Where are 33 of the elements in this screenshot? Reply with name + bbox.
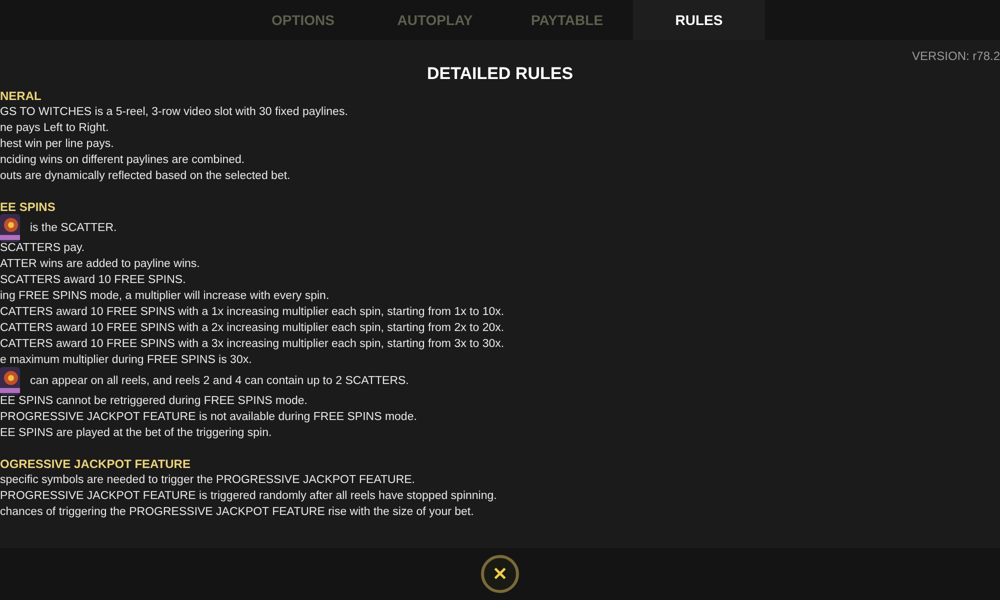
tab[interactable]: OPTIONS	[237, 0, 369, 40]
close-button[interactable]: ✕	[481, 555, 519, 593]
rule-text: can appear on all reels, and reels 2 and 4 can contain up to 2 SCATTERS.	[30, 374, 409, 389]
rule-text: ne pays Left to Right.	[0, 121, 110, 136]
rule-text: SCATTERS award 10 FREE SPINS.	[0, 273, 187, 288]
rule-text: CATTERS award 10 FREE SPINS with a 3x increasing multiplier each spin, starting from 3x to 30x.	[0, 337, 506, 352]
scatter-symbol-icon	[0, 214, 20, 242]
rule-text: ATTER wins are added to payline wins.	[0, 257, 201, 272]
rule-text: specific symbols are needed to trigger the PROGRESSIVE JACKPOT FEATURE.	[0, 473, 416, 488]
rule-text: is the SCATTER.	[30, 221, 117, 236]
section-heading: EE SPINS	[0, 199, 56, 215]
tab[interactable]: PAYTABLE	[501, 0, 633, 40]
rule-text: hest win per line pays.	[0, 137, 115, 152]
rule-text: nciding wins on different paylines are combined.	[0, 153, 246, 168]
rule-text: e maximum multiplier during FREE SPINS is 30x.	[0, 353, 253, 368]
rule-text: chances of triggering the PROGRESSIVE JACKPOT FEATURE rise with the size of your bet.	[0, 505, 475, 520]
rule-text: PROGRESSIVE JACKPOT FEATURE is not available during FREE SPINS mode.	[0, 410, 418, 425]
section-heading: NERAL	[0, 88, 42, 104]
rule-text: CATTERS award 10 FREE SPINS with a 1x increasing multiplier each spin, starting from 1x to 10x.	[0, 305, 506, 320]
rule-text: GS TO WITCHES is a 5-reel, 3-row video slot with 30 fixed paylines.	[0, 105, 349, 120]
rule-text: PROGRESSIVE JACKPOT FEATURE is triggered randomly after all reels have stopped spinning.	[0, 489, 498, 504]
tab[interactable]: RULES	[633, 0, 765, 40]
scatter-symbol-icon	[0, 367, 20, 395]
section-heading: OGRESSIVE JACKPOT FEATURE	[0, 456, 192, 472]
version-label: VERSION: r78.2	[912, 49, 1000, 63]
rules-title: DETAILED RULES	[426, 64, 574, 85]
rule-text: EE SPINS are played at the bet of the triggering spin.	[0, 426, 273, 441]
tab[interactable]: AUTOPLAY	[369, 0, 501, 40]
rule-text: ing FREE SPINS mode, a multiplier will increase with every spin.	[0, 289, 330, 304]
rule-text: CATTERS award 10 FREE SPINS with a 2x increasing multiplier each spin, starting from 2x to 20x.	[0, 321, 506, 336]
rule-text: EE SPINS cannot be retriggered during FREE SPINS mode.	[0, 394, 308, 409]
rule-text: SCATTERS pay.	[0, 241, 86, 256]
rule-text: outs are dynamically reflected based on the selected bet.	[0, 169, 292, 184]
